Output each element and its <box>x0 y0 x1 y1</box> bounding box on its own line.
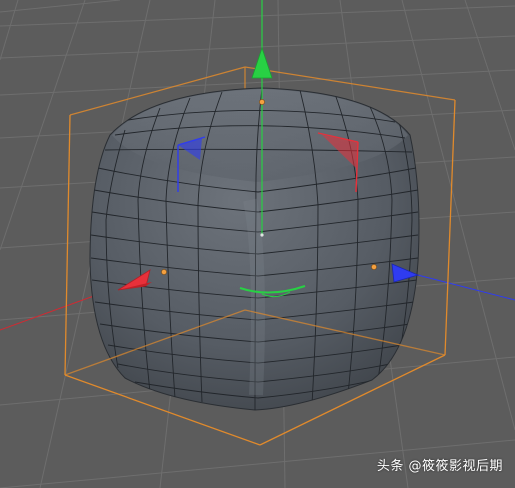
origin-point[interactable] <box>260 233 264 237</box>
right-handle <box>371 264 377 270</box>
rounded-cube-mesh[interactable] <box>89 87 420 411</box>
left-handle <box>161 269 167 275</box>
top-handle <box>259 99 265 105</box>
viewport-scene[interactable] <box>0 0 515 488</box>
watermark-text: 头条 @筱筱影视后期 <box>376 459 503 474</box>
3d-viewport[interactable]: 头条 @筱筱影视后期 <box>0 0 515 488</box>
y-axis-arrow-icon[interactable] <box>251 46 273 79</box>
